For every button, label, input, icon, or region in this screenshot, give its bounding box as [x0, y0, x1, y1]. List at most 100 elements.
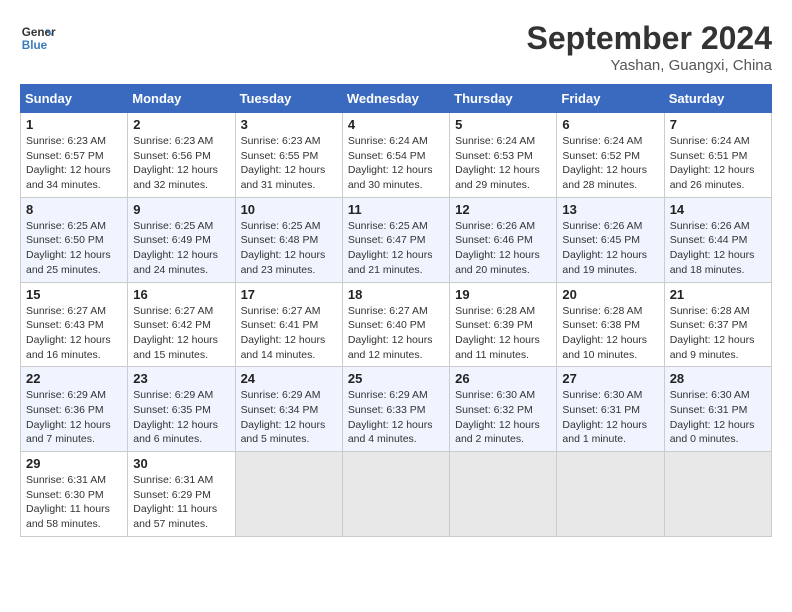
calendar-week-row: 15Sunrise: 6:27 AM Sunset: 6:43 PM Dayli… — [21, 282, 772, 367]
day-of-week-header: Thursday — [450, 85, 557, 113]
calendar-cell: 3 Sunrise: 6:23 AM Sunset: 6:55 PM Daylig… — [235, 113, 342, 198]
day-info: Sunrise: 6:30 AM Sunset: 6:32 PM Dayligh… — [455, 388, 551, 447]
day-info: Sunrise: 6:29 AM Sunset: 6:34 PM Dayligh… — [241, 388, 337, 447]
day-number: 5 — [455, 117, 551, 132]
calendar-body: 1 Sunrise: 6:23 AM Sunset: 6:57 PM Daylig… — [21, 113, 772, 537]
calendar-cell: 27 Sunrise: 6:30 AM Sunset: 6:31 PM Dayli… — [557, 367, 664, 452]
day-number: 10 — [241, 202, 337, 217]
day-number: 30 — [133, 456, 229, 471]
day-number: 25 — [348, 371, 444, 386]
calendar-week-row: 1 Sunrise: 6:23 AM Sunset: 6:57 PM Daylig… — [21, 113, 772, 198]
day-number: 11 — [348, 202, 444, 217]
calendar-cell: 12 Sunrise: 6:26 AM Sunset: 6:46 PM Dayli… — [450, 197, 557, 282]
month-title: September 2024 — [527, 20, 772, 57]
day-number: 27 — [562, 371, 658, 386]
day-number: 22 — [26, 371, 122, 386]
day-info: Sunrise: 6:28 AM Sunset: 6:38 PM Dayligh… — [562, 304, 658, 363]
calendar-cell: 5 Sunrise: 6:24 AM Sunset: 6:53 PM Daylig… — [450, 113, 557, 198]
day-of-week-header: Monday — [128, 85, 235, 113]
day-info: Sunrise: 6:31 AM Sunset: 6:29 PM Dayligh… — [133, 473, 229, 532]
calendar-cell: 19 Sunrise: 6:28 AM Sunset: 6:39 PM Dayli… — [450, 282, 557, 367]
calendar-cell: 11Sunrise: 6:25 AM Sunset: 6:47 PM Dayli… — [342, 197, 449, 282]
day-number: 18 — [348, 287, 444, 302]
calendar-header-row: SundayMondayTuesdayWednesdayThursdayFrid… — [21, 85, 772, 113]
calendar-week-row: 22 Sunrise: 6:29 AM Sunset: 6:36 PM Dayli… — [21, 367, 772, 452]
day-info: Sunrise: 6:30 AM Sunset: 6:31 PM Dayligh… — [562, 388, 658, 447]
day-info: Sunrise: 6:27 AM Sunset: 6:40 PM Dayligh… — [348, 304, 444, 363]
day-info: Sunrise: 6:28 AM Sunset: 6:39 PM Dayligh… — [455, 304, 551, 363]
calendar-cell: 6Sunrise: 6:24 AM Sunset: 6:52 PM Daylig… — [557, 113, 664, 198]
calendar-cell: 16Sunrise: 6:27 AM Sunset: 6:42 PM Dayli… — [128, 282, 235, 367]
svg-text:Blue: Blue — [22, 39, 48, 52]
day-number: 7 — [670, 117, 766, 132]
day-info: Sunrise: 6:24 AM Sunset: 6:52 PM Dayligh… — [562, 134, 658, 193]
day-info: Sunrise: 6:29 AM Sunset: 6:33 PM Dayligh… — [348, 388, 444, 447]
day-info: Sunrise: 6:26 AM Sunset: 6:44 PM Dayligh… — [670, 219, 766, 278]
calendar-cell: 30 Sunrise: 6:31 AM Sunset: 6:29 PM Dayli… — [128, 452, 235, 537]
calendar-cell: 29Sunrise: 6:31 AM Sunset: 6:30 PM Dayli… — [21, 452, 128, 537]
calendar-cell: 28 Sunrise: 6:30 AM Sunset: 6:31 PM Dayli… — [664, 367, 771, 452]
day-info: Sunrise: 6:28 AM Sunset: 6:37 PM Dayligh… — [670, 304, 766, 363]
day-number: 9 — [133, 202, 229, 217]
calendar-cell: 8 Sunrise: 6:25 AM Sunset: 6:50 PM Daylig… — [21, 197, 128, 282]
day-info: Sunrise: 6:25 AM Sunset: 6:48 PM Dayligh… — [241, 219, 337, 278]
calendar-cell — [557, 452, 664, 537]
logo-icon: General Blue — [20, 20, 56, 56]
day-number: 8 — [26, 202, 122, 217]
day-number: 4 — [348, 117, 444, 132]
day-info: Sunrise: 6:23 AM Sunset: 6:57 PM Dayligh… — [26, 134, 122, 193]
day-number: 12 — [455, 202, 551, 217]
day-info: Sunrise: 6:26 AM Sunset: 6:45 PM Dayligh… — [562, 219, 658, 278]
day-number: 19 — [455, 287, 551, 302]
calendar-cell: 24 Sunrise: 6:29 AM Sunset: 6:34 PM Dayli… — [235, 367, 342, 452]
day-number: 29 — [26, 456, 122, 471]
day-info: Sunrise: 6:26 AM Sunset: 6:46 PM Dayligh… — [455, 219, 551, 278]
calendar-cell: 4 Sunrise: 6:24 AM Sunset: 6:54 PM Daylig… — [342, 113, 449, 198]
title-block: September 2024 Yashan, Guangxi, China — [527, 20, 772, 74]
day-info: Sunrise: 6:29 AM Sunset: 6:36 PM Dayligh… — [26, 388, 122, 447]
day-of-week-header: Saturday — [664, 85, 771, 113]
day-number: 21 — [670, 287, 766, 302]
calendar-cell: 1 Sunrise: 6:23 AM Sunset: 6:57 PM Daylig… — [21, 113, 128, 198]
day-number: 28 — [670, 371, 766, 386]
day-number: 13 — [562, 202, 658, 217]
calendar-cell: 13 Sunrise: 6:26 AM Sunset: 6:45 PM Dayli… — [557, 197, 664, 282]
calendar-table: SundayMondayTuesdayWednesdayThursdayFrid… — [20, 84, 772, 537]
calendar-cell: 18 Sunrise: 6:27 AM Sunset: 6:40 PM Dayli… — [342, 282, 449, 367]
calendar-cell: 15Sunrise: 6:27 AM Sunset: 6:43 PM Dayli… — [21, 282, 128, 367]
day-number: 17 — [241, 287, 337, 302]
day-number: 24 — [241, 371, 337, 386]
day-info: Sunrise: 6:27 AM Sunset: 6:43 PM Dayligh… — [26, 304, 122, 363]
calendar-cell: 9 Sunrise: 6:25 AM Sunset: 6:49 PM Daylig… — [128, 197, 235, 282]
page-header: General Blue September 2024 Yashan, Guan… — [20, 20, 772, 74]
calendar-cell: 25 Sunrise: 6:29 AM Sunset: 6:33 PM Dayli… — [342, 367, 449, 452]
day-number: 26 — [455, 371, 551, 386]
calendar-cell: 26 Sunrise: 6:30 AM Sunset: 6:32 PM Dayli… — [450, 367, 557, 452]
calendar-cell — [235, 452, 342, 537]
day-number: 23 — [133, 371, 229, 386]
calendar-week-row: 8 Sunrise: 6:25 AM Sunset: 6:50 PM Daylig… — [21, 197, 772, 282]
day-info: Sunrise: 6:24 AM Sunset: 6:54 PM Dayligh… — [348, 134, 444, 193]
day-number: 1 — [26, 117, 122, 132]
calendar-cell: 2Sunrise: 6:23 AM Sunset: 6:56 PM Daylig… — [128, 113, 235, 198]
calendar-week-row: 29Sunrise: 6:31 AM Sunset: 6:30 PM Dayli… — [21, 452, 772, 537]
calendar-cell — [450, 452, 557, 537]
day-info: Sunrise: 6:30 AM Sunset: 6:31 PM Dayligh… — [670, 388, 766, 447]
calendar-cell — [342, 452, 449, 537]
day-number: 3 — [241, 117, 337, 132]
day-info: Sunrise: 6:24 AM Sunset: 6:51 PM Dayligh… — [670, 134, 766, 193]
logo: General Blue — [20, 20, 56, 56]
calendar-cell — [664, 452, 771, 537]
day-info: Sunrise: 6:25 AM Sunset: 6:50 PM Dayligh… — [26, 219, 122, 278]
calendar-cell: 21 Sunrise: 6:28 AM Sunset: 6:37 PM Dayli… — [664, 282, 771, 367]
day-info: Sunrise: 6:23 AM Sunset: 6:55 PM Dayligh… — [241, 134, 337, 193]
day-info: Sunrise: 6:24 AM Sunset: 6:53 PM Dayligh… — [455, 134, 551, 193]
day-info: Sunrise: 6:25 AM Sunset: 6:49 PM Dayligh… — [133, 219, 229, 278]
day-of-week-header: Friday — [557, 85, 664, 113]
day-number: 14 — [670, 202, 766, 217]
day-info: Sunrise: 6:29 AM Sunset: 6:35 PM Dayligh… — [133, 388, 229, 447]
day-info: Sunrise: 6:27 AM Sunset: 6:42 PM Dayligh… — [133, 304, 229, 363]
day-info: Sunrise: 6:27 AM Sunset: 6:41 PM Dayligh… — [241, 304, 337, 363]
calendar-cell: 20Sunrise: 6:28 AM Sunset: 6:38 PM Dayli… — [557, 282, 664, 367]
calendar-cell: 14 Sunrise: 6:26 AM Sunset: 6:44 PM Dayli… — [664, 197, 771, 282]
